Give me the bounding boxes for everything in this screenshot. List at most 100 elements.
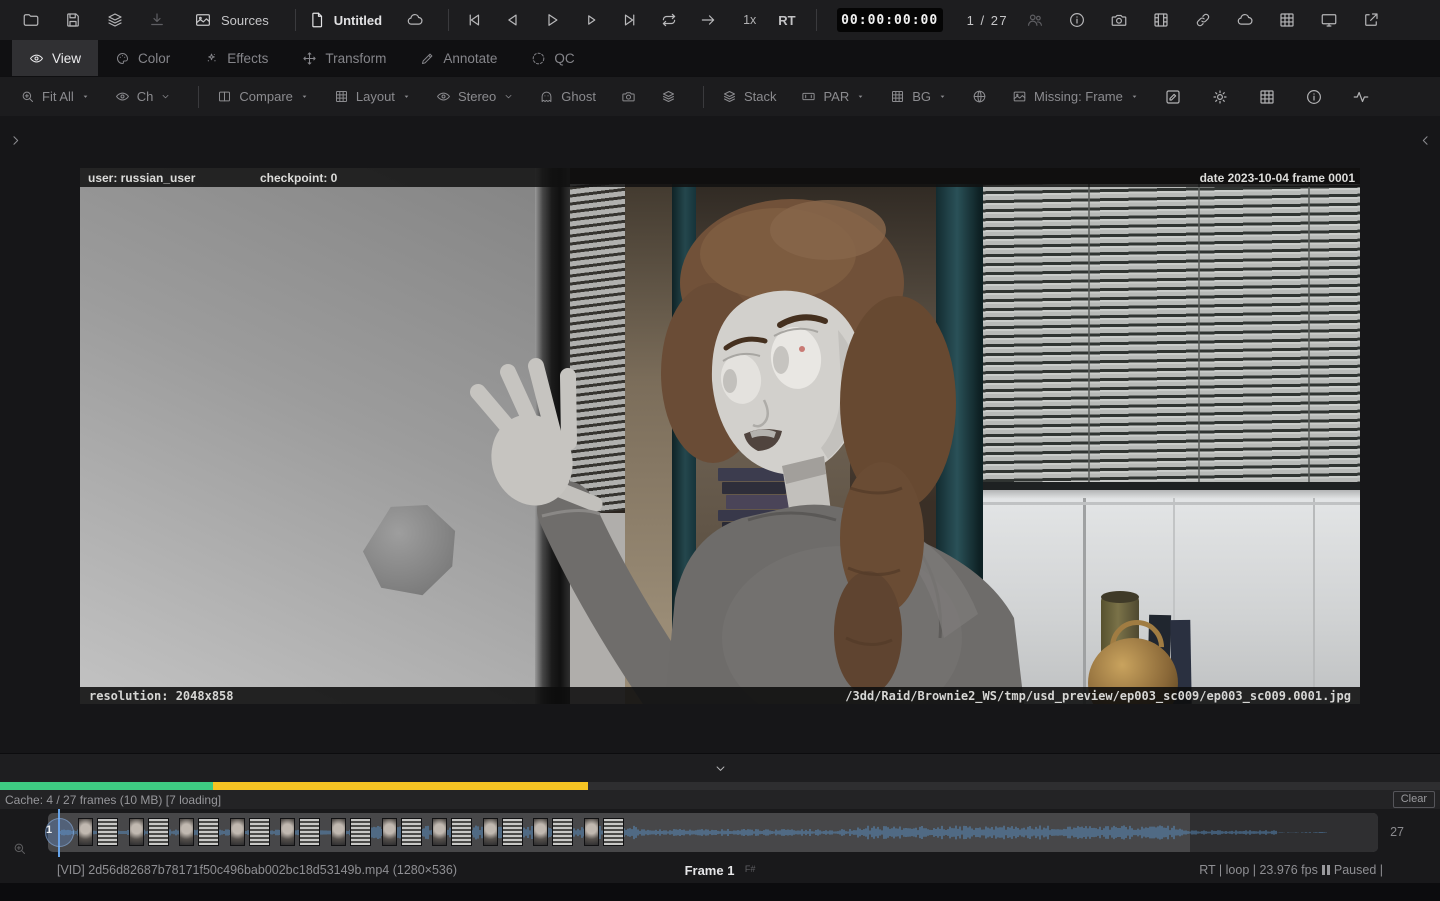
download-icon[interactable] [148, 11, 166, 29]
stack-button[interactable]: Stack [722, 89, 777, 104]
layout-label: Layout [356, 89, 395, 104]
timeline-thumbnail[interactable] [148, 818, 169, 846]
status-bar: [VID] 2d56d82687b78171f50c496bab002bc18d… [0, 857, 1440, 883]
stack-label: Stack [744, 89, 777, 104]
pop-out-icon[interactable] [1362, 11, 1380, 29]
compare-dropdown[interactable]: Compare [217, 89, 308, 104]
edit-icon[interactable] [1164, 88, 1182, 106]
missing-frame-dropdown[interactable]: Missing: Frame [1012, 89, 1139, 104]
timeline-thumbnail[interactable] [382, 818, 397, 846]
eye-icon [436, 89, 451, 104]
timeline-thumbnail[interactable] [78, 818, 93, 846]
grid-view-icon[interactable] [1278, 11, 1296, 29]
camera-icon [621, 89, 636, 104]
save-icon[interactable] [64, 11, 82, 29]
timeline-thumbnail[interactable] [198, 818, 219, 846]
timeline-thumbnail[interactable] [451, 818, 472, 846]
timeline-thumbnail[interactable] [230, 818, 245, 846]
timeline-thumbnail[interactable] [280, 818, 295, 846]
chevron-down-icon [160, 91, 171, 102]
play-forward-icon[interactable] [582, 11, 600, 29]
tab-color[interactable]: Color [98, 40, 187, 76]
skip-to-start-icon[interactable] [465, 11, 483, 29]
eye-icon [115, 89, 130, 104]
viewer-image[interactable]: user: russian_user checkpoint: 0 date 20… [80, 168, 1360, 704]
skip-to-end-icon[interactable] [621, 11, 639, 29]
burnin-filepath: /3dd/Raid/Brownie2_WS/tmp/usd_preview/ep… [845, 689, 1351, 703]
presentation-monitor-icon[interactable] [1320, 11, 1338, 29]
character-figure [80, 168, 1360, 704]
info-icon[interactable] [1068, 11, 1086, 29]
timecode-display[interactable]: 00:00:00:00 [837, 8, 943, 32]
pencil-icon [420, 51, 435, 66]
layout-dropdown[interactable]: Layout [334, 89, 411, 104]
collapse-chevron-down-icon[interactable] [713, 761, 728, 776]
timeline-thumbnail[interactable] [401, 818, 422, 846]
timeline-thumbnail[interactable] [584, 818, 599, 846]
timeline-thumbnail[interactable] [179, 818, 194, 846]
users-icon[interactable] [1026, 11, 1044, 29]
channel-dropdown[interactable]: Ch [115, 89, 172, 104]
tab-view[interactable]: View [12, 40, 98, 76]
timeline-thumbnail[interactable] [350, 818, 371, 846]
timeline-track[interactable] [48, 813, 1378, 852]
play-icon[interactable] [543, 11, 561, 29]
timeline-thumbnail[interactable] [502, 818, 523, 846]
timeline-thumbnail[interactable] [483, 818, 498, 846]
colorspace-button[interactable] [972, 89, 987, 104]
grid-overlay-icon[interactable] [1258, 88, 1276, 106]
missing-frame-label: Missing: Frame [1034, 89, 1123, 104]
divider [703, 86, 704, 108]
burnin-date: date 2023-10-04 frame 0001 [1200, 171, 1355, 185]
layers-icon[interactable] [106, 11, 124, 29]
layers-button[interactable] [661, 89, 676, 104]
timeline-thumbnail[interactable] [97, 818, 118, 846]
timeline-thumbnail[interactable] [432, 818, 447, 846]
caret-down-icon [81, 92, 90, 101]
timeline-thumbnail[interactable] [299, 818, 320, 846]
ghost-label: Ghost [561, 89, 596, 104]
film-icon[interactable] [1152, 11, 1170, 29]
stereo-dropdown[interactable]: Stereo [436, 89, 514, 104]
burnin-top: user: russian_user checkpoint: 0 date 20… [80, 168, 1360, 187]
info-icon[interactable] [1305, 88, 1323, 106]
tab-qc[interactable]: QC [514, 40, 591, 76]
cloud-icon[interactable] [406, 11, 424, 29]
step-back-icon[interactable] [504, 11, 522, 29]
timeline-thumbnail[interactable] [552, 818, 573, 846]
frame-counter[interactable]: 1 / 27 [967, 13, 1009, 28]
snapshot-camera-icon[interactable] [1110, 11, 1128, 29]
expand-right-panel-icon[interactable] [1418, 133, 1433, 148]
par-dropdown[interactable]: PAR [801, 89, 865, 104]
open-folder-icon[interactable] [22, 11, 40, 29]
realtime-toggle[interactable]: RT [778, 13, 795, 28]
cloud-sync-icon[interactable] [1236, 11, 1254, 29]
expand-left-panel-icon[interactable] [8, 133, 23, 148]
frame-unit-label[interactable]: F# [745, 864, 756, 874]
timeline-thumbnail[interactable] [129, 818, 144, 846]
timeline-zoom-icon[interactable] [12, 841, 27, 856]
play-direction-icon[interactable] [699, 11, 717, 29]
ghost-toggle[interactable]: Ghost [539, 89, 596, 104]
timeline-thumbnail[interactable] [249, 818, 270, 846]
timeline-thumbnail[interactable] [533, 818, 548, 846]
app-window: Sources Untitled 1x RT 00:00:00:00 1 / 2… [0, 0, 1440, 900]
tab-annotate[interactable]: Annotate [403, 40, 514, 76]
timeline-thumbnail[interactable] [603, 818, 624, 846]
link-icon[interactable] [1194, 11, 1212, 29]
scopes-icon[interactable] [1352, 88, 1370, 106]
session-title[interactable]: Untitled [308, 11, 382, 29]
channel-label: Ch [137, 89, 154, 104]
tab-effects[interactable]: Effects [187, 40, 285, 76]
snapshot-button[interactable] [621, 89, 636, 104]
clear-cache-button[interactable]: Clear [1393, 791, 1435, 808]
tab-transform[interactable]: Transform [285, 40, 403, 76]
document-icon [308, 11, 326, 29]
loop-mode-icon[interactable] [660, 11, 678, 29]
brightness-icon[interactable] [1211, 88, 1229, 106]
sources-button[interactable]: Sources [194, 11, 269, 29]
bg-dropdown[interactable]: BG [890, 89, 947, 104]
timeline-thumbnail[interactable] [331, 818, 346, 846]
fit-all-dropdown[interactable]: Fit All [20, 89, 90, 104]
speed-toggle[interactable]: 1x [743, 13, 756, 27]
